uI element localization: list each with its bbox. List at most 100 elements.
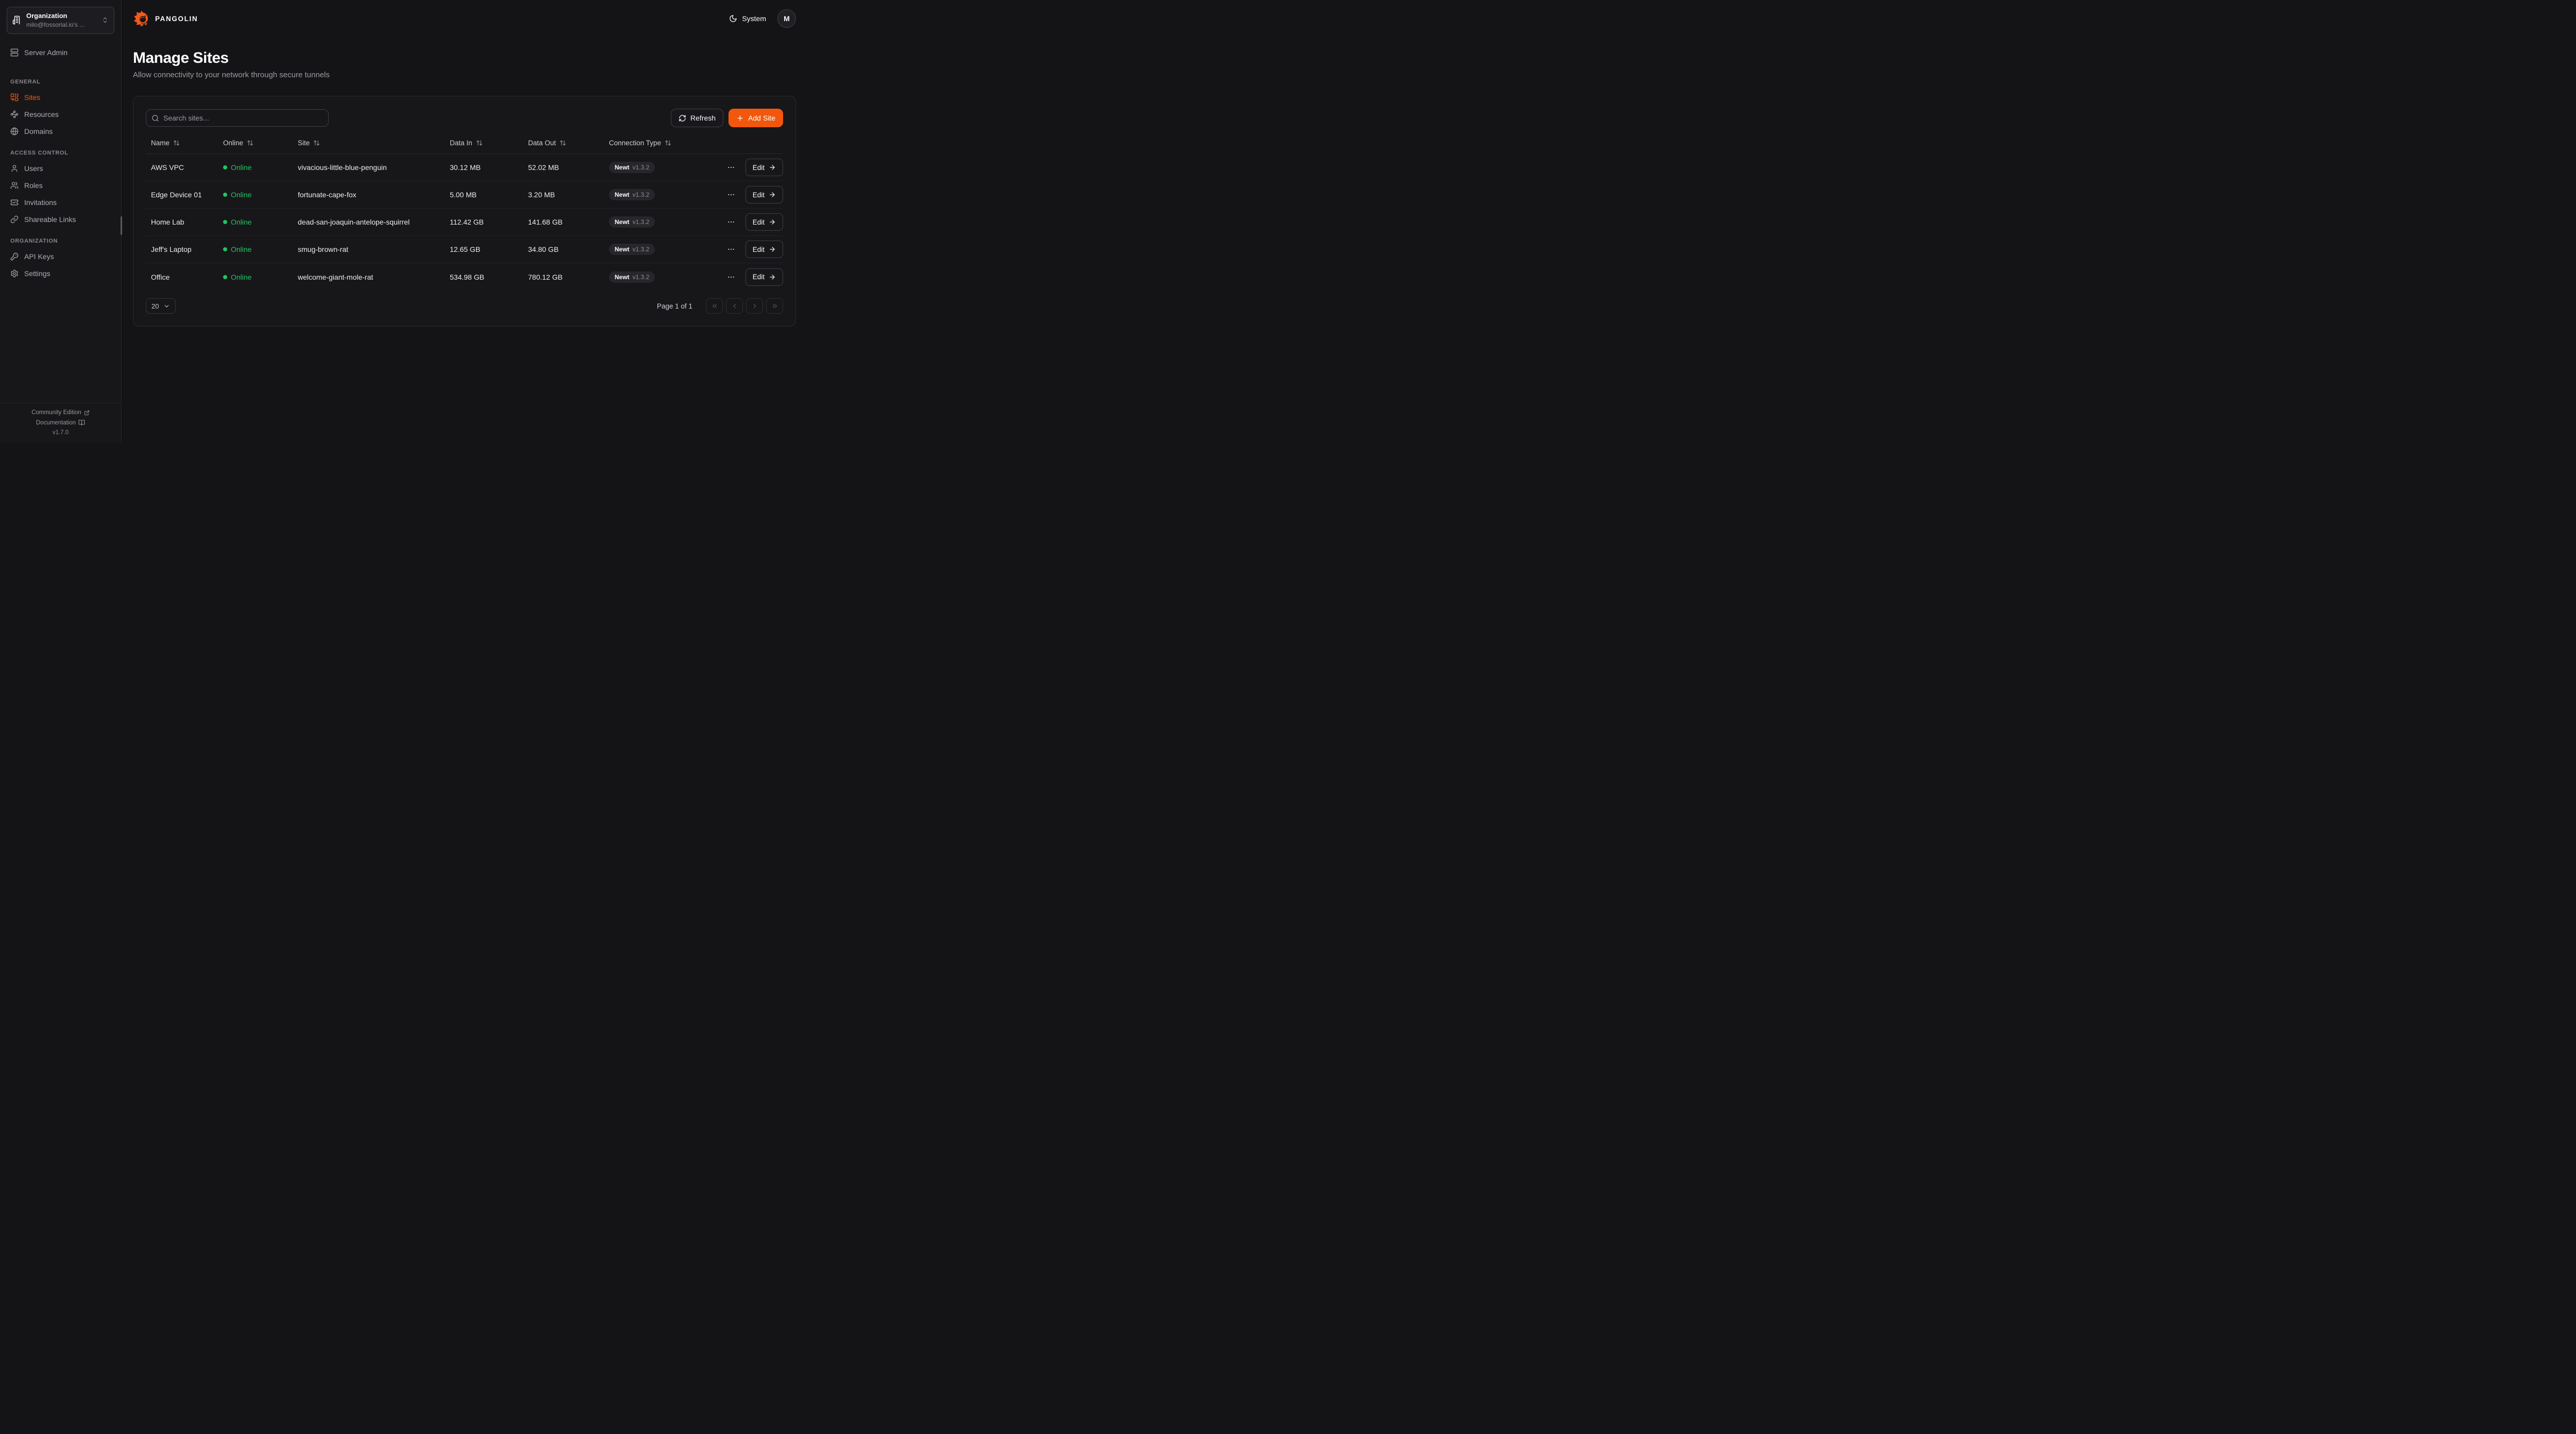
- search-input[interactable]: [163, 114, 323, 122]
- edit-button[interactable]: Edit: [745, 241, 783, 258]
- sidebar-item-users[interactable]: Users: [7, 160, 114, 177]
- online-dot-icon: [223, 275, 227, 279]
- online-dot-icon: [223, 220, 227, 224]
- main-content: PANGOLIN System M Manage Sites Allow con…: [122, 0, 808, 443]
- column-header-site[interactable]: Site: [293, 139, 445, 147]
- sidebar-nav: Server Admin GENERAL Sites Resources Dom…: [0, 39, 121, 403]
- row-menu-button[interactable]: [726, 162, 736, 173]
- plus-icon: [736, 114, 744, 122]
- chevron-left-icon: [731, 302, 738, 310]
- sort-icon: [665, 140, 671, 146]
- brand-logo[interactable]: PANGOLIN: [133, 10, 198, 27]
- pagination: 20 Page 1 of 1: [146, 298, 783, 314]
- page-title: Manage Sites: [133, 49, 796, 67]
- sidebar-item-label: Users: [24, 164, 43, 173]
- refresh-label: Refresh: [690, 114, 716, 122]
- ticket-check-icon: [10, 198, 19, 207]
- connection-type-badge: Newtv1.3.2: [609, 244, 655, 255]
- column-header-data-in[interactable]: Data In: [445, 139, 523, 147]
- cell-name: Home Lab: [146, 218, 218, 226]
- first-page-button[interactable]: [706, 298, 723, 314]
- sidebar-item-server-admin[interactable]: Server Admin: [7, 44, 114, 61]
- cell-data-out: 52.02 MB: [523, 163, 604, 172]
- page-size-value: 20: [151, 302, 159, 310]
- key-icon: [10, 252, 19, 261]
- page-size-select[interactable]: 20: [146, 298, 176, 314]
- refresh-button[interactable]: Refresh: [671, 109, 723, 127]
- online-dot-icon: [223, 193, 227, 197]
- org-selector[interactable]: Organization milo@fossorial.io's ...: [7, 7, 114, 34]
- external-link-icon: [84, 410, 90, 416]
- sidebar: Organization milo@fossorial.io's ... Ser…: [0, 0, 122, 443]
- prev-page-button[interactable]: [726, 298, 743, 314]
- edit-button[interactable]: Edit: [745, 213, 783, 231]
- cell-data-out: 34.80 GB: [523, 245, 604, 253]
- chevron-down-icon: [163, 303, 170, 310]
- add-site-button[interactable]: Add Site: [728, 109, 783, 127]
- pangolin-logo-icon: [133, 10, 150, 27]
- sidebar-resize-handle[interactable]: [121, 216, 122, 235]
- page-indicator: Page 1 of 1: [657, 302, 692, 310]
- sidebar-item-roles[interactable]: Roles: [7, 177, 114, 194]
- cell-site: dead-san-joaquin-antelope-squirrel: [293, 218, 445, 226]
- last-page-button[interactable]: [766, 298, 783, 314]
- sidebar-item-sites[interactable]: Sites: [7, 89, 114, 106]
- sidebar-item-label: Sites: [24, 93, 40, 101]
- column-header-data-out[interactable]: Data Out: [523, 139, 604, 147]
- sidebar-item-invitations[interactable]: Invitations: [7, 194, 114, 211]
- table-row: Home Lab Online dead-san-joaquin-antelop…: [146, 209, 783, 236]
- community-edition-label: Community Edition: [31, 409, 81, 416]
- community-edition-link[interactable]: Community Edition: [31, 409, 90, 416]
- sidebar-section-general: GENERAL: [10, 79, 114, 85]
- sidebar-item-label: API Keys: [24, 252, 54, 261]
- row-menu-button[interactable]: [726, 244, 736, 254]
- online-dot-icon: [223, 165, 227, 169]
- column-header-name[interactable]: Name: [146, 139, 218, 147]
- waypoints-icon: [10, 110, 19, 118]
- globe-icon: [10, 127, 19, 135]
- cell-name: Jeff's Laptop: [146, 245, 218, 253]
- refresh-icon: [679, 114, 686, 122]
- sort-icon: [476, 140, 483, 146]
- cell-data-in: 5.00 MB: [445, 191, 523, 199]
- topbar: PANGOLIN System M: [122, 0, 808, 37]
- row-menu-button[interactable]: [726, 217, 736, 227]
- next-page-button[interactable]: [746, 298, 763, 314]
- sort-icon: [173, 140, 180, 146]
- row-menu-button[interactable]: [726, 190, 736, 200]
- status-badge: Online: [223, 191, 251, 199]
- link-icon: [10, 215, 19, 224]
- edit-button[interactable]: Edit: [745, 159, 783, 176]
- sidebar-item-label: Settings: [24, 269, 50, 278]
- app-version: v1.7.0: [53, 430, 69, 436]
- sidebar-item-domains[interactable]: Domains: [7, 123, 114, 140]
- column-header-connection-type[interactable]: Connection Type: [604, 139, 725, 147]
- edit-button[interactable]: Edit: [745, 268, 783, 286]
- sort-icon: [560, 140, 566, 146]
- sidebar-item-api-keys[interactable]: API Keys: [7, 248, 114, 265]
- cell-site: vivacious-little-blue-penguin: [293, 163, 445, 172]
- theme-toggle[interactable]: System: [729, 14, 766, 23]
- avatar[interactable]: M: [777, 9, 796, 28]
- sidebar-item-settings[interactable]: Settings: [7, 265, 114, 282]
- sidebar-item-resources[interactable]: Resources: [7, 106, 114, 123]
- sidebar-item-label: Shareable Links: [24, 215, 76, 224]
- edit-button[interactable]: Edit: [745, 186, 783, 203]
- sidebar-item-label: Resources: [24, 110, 59, 118]
- online-dot-icon: [223, 247, 227, 251]
- table-body: AWS VPC Online vivacious-little-blue-pen…: [146, 154, 783, 291]
- sort-icon: [247, 140, 253, 146]
- search-box: [146, 109, 329, 127]
- documentation-link[interactable]: Documentation: [36, 419, 85, 426]
- user-icon: [10, 164, 19, 173]
- sidebar-item-shareable-links[interactable]: Shareable Links: [7, 211, 114, 228]
- sidebar-item-label: Roles: [24, 181, 43, 190]
- cell-data-out: 3.20 MB: [523, 191, 604, 199]
- table-row: Edge Device 01 Online fortunate-cape-fox…: [146, 181, 783, 209]
- row-menu-button[interactable]: [726, 272, 736, 282]
- table-row: Jeff's Laptop Online smug-brown-rat 12.6…: [146, 236, 783, 263]
- documentation-label: Documentation: [36, 420, 76, 426]
- arrow-right-icon: [769, 164, 776, 171]
- table-row: AWS VPC Online vivacious-little-blue-pen…: [146, 154, 783, 181]
- column-header-online[interactable]: Online: [218, 139, 293, 147]
